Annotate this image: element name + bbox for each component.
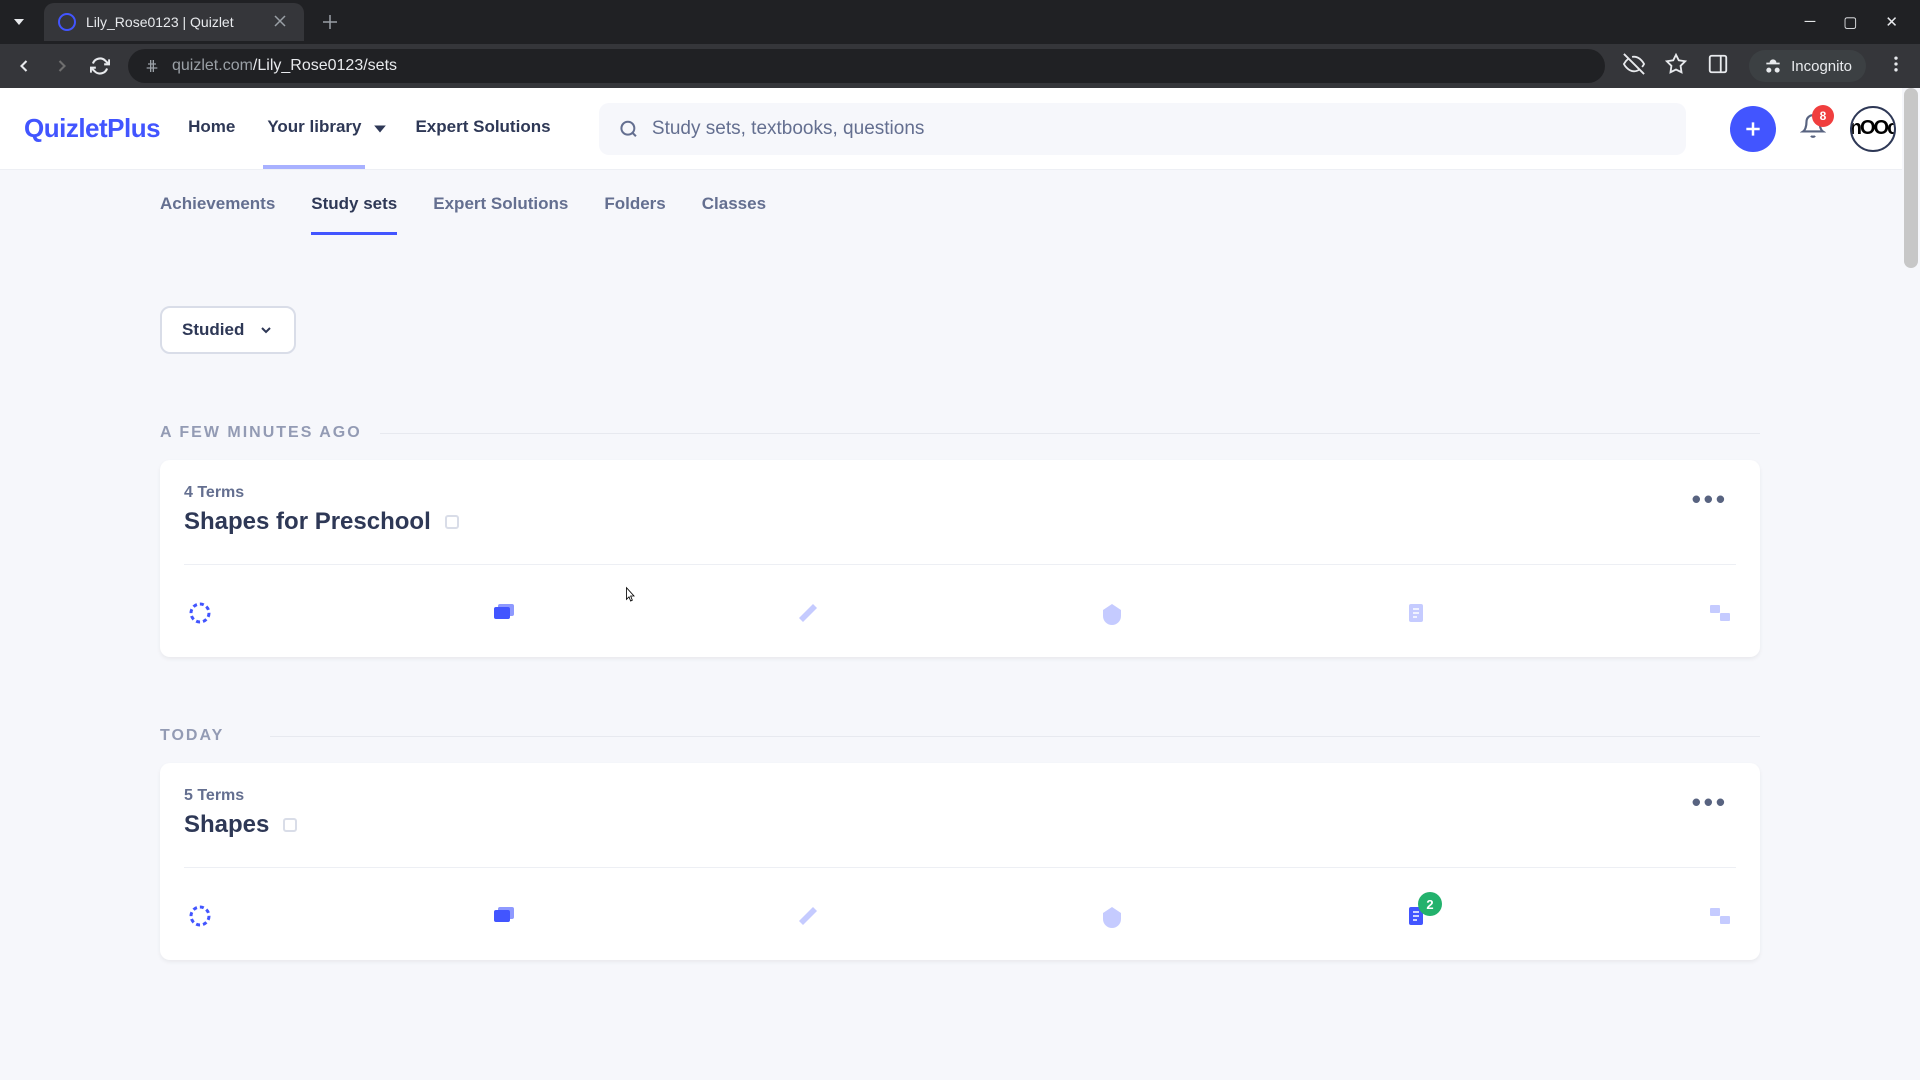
incognito-icon: [1763, 56, 1783, 76]
browser-tabs-bar: Lily_Rose0123 | Quizlet ─ ▢ ✕: [0, 0, 1920, 44]
url-input[interactable]: quizlet.com/Lily_Rose0123/sets: [128, 49, 1605, 83]
cursor-pointer-icon: [622, 586, 636, 606]
nav-expert-solutions[interactable]: Expert Solutions: [411, 89, 554, 169]
spell-icon[interactable]: [1100, 601, 1124, 625]
subnav-achievements[interactable]: Achievements: [160, 194, 275, 235]
filter-label: Studied: [182, 320, 244, 340]
browser-tab[interactable]: Lily_Rose0123 | Quizlet: [44, 3, 304, 41]
nav-your-library[interactable]: Your library: [263, 89, 365, 169]
tab-close-button[interactable]: [270, 10, 290, 34]
study-set-card[interactable]: 4 Terms Shapes for Preschool •••: [160, 460, 1760, 657]
card-more-button[interactable]: •••: [1684, 484, 1736, 515]
filter-dropdown[interactable]: Studied: [160, 306, 296, 354]
write-icon[interactable]: [796, 601, 820, 625]
card-more-button[interactable]: •••: [1684, 787, 1736, 818]
tab-search-dropdown[interactable]: [0, 3, 38, 41]
action-badge: 2: [1418, 892, 1442, 916]
tab-title: Lily_Rose0123 | Quizlet: [86, 14, 234, 30]
browser-menu-button[interactable]: [1886, 54, 1906, 79]
window-controls: ─ ▢ ✕: [1805, 13, 1920, 31]
page-content: QuizletPlus Home Your library Expert Sol…: [0, 88, 1920, 1080]
bookmark-icon[interactable]: [1665, 53, 1687, 80]
nav-home[interactable]: Home: [184, 89, 239, 169]
url-path: /Lily_Rose0123/sets: [253, 57, 397, 74]
subnav-folders[interactable]: Folders: [604, 194, 665, 235]
learn-icon[interactable]: [188, 904, 212, 928]
maximize-button[interactable]: ▢: [1843, 13, 1857, 31]
scroll-thumb[interactable]: [1904, 88, 1918, 268]
address-bar: quizlet.com/Lily_Rose0123/sets Incognito: [0, 44, 1920, 88]
subnav-study-sets[interactable]: Study sets: [311, 194, 397, 235]
spell-icon[interactable]: [1100, 904, 1124, 928]
learn-icon[interactable]: [188, 601, 212, 625]
tab-favicon: [58, 13, 76, 31]
sub-navigation: Achievements Study sets Expert Solutions…: [160, 170, 1760, 236]
incognito-badge[interactable]: Incognito: [1749, 50, 1866, 82]
avatar[interactable]: nOOc: [1850, 106, 1896, 152]
write-icon[interactable]: [796, 904, 820, 928]
search-icon: [619, 119, 638, 139]
visibility-icon[interactable]: [1623, 53, 1645, 80]
flashcards-icon[interactable]: [492, 601, 516, 625]
notification-badge: 8: [1812, 105, 1834, 127]
test-icon[interactable]: [1404, 601, 1428, 625]
back-button[interactable]: [14, 56, 34, 76]
search-box[interactable]: [599, 103, 1686, 155]
search-input[interactable]: [652, 118, 1666, 140]
notifications-button[interactable]: 8: [1800, 113, 1826, 144]
card-badge-icon: [283, 818, 297, 832]
card-title: Shapes for Preschool: [184, 508, 431, 536]
logo[interactable]: QuizletPlus: [24, 113, 160, 144]
card-term-count: 5 Terms: [184, 787, 297, 805]
section-header-recent: A FEW MINUTES AGO: [160, 424, 1760, 442]
section-header-today: TODAY: [160, 727, 1760, 745]
forward-button[interactable]: [52, 56, 72, 76]
incognito-label: Incognito: [1791, 58, 1852, 75]
subnav-expert-solutions[interactable]: Expert Solutions: [433, 194, 568, 235]
minimize-button[interactable]: ─: [1805, 13, 1816, 31]
close-window-button[interactable]: ✕: [1885, 13, 1898, 31]
study-set-card[interactable]: 5 Terms Shapes ••• 2: [160, 763, 1760, 960]
match-icon[interactable]: [1708, 904, 1732, 928]
new-tab-button[interactable]: [312, 4, 348, 40]
site-settings-icon[interactable]: [144, 58, 160, 74]
scrollbar[interactable]: [1902, 88, 1920, 1080]
subnav-classes[interactable]: Classes: [702, 194, 766, 235]
chevron-down-icon[interactable]: [373, 122, 387, 136]
reload-button[interactable]: [90, 56, 110, 76]
flashcards-icon[interactable]: [492, 904, 516, 928]
site-header: QuizletPlus Home Your library Expert Sol…: [0, 88, 1920, 170]
chevron-down-icon: [258, 322, 274, 338]
card-title: Shapes: [184, 811, 269, 839]
card-badge-icon: [445, 515, 459, 529]
match-icon[interactable]: [1708, 601, 1732, 625]
create-button[interactable]: [1730, 106, 1776, 152]
url-host: quizlet.com: [172, 57, 253, 74]
panel-icon[interactable]: [1707, 53, 1729, 80]
card-term-count: 4 Terms: [184, 484, 459, 502]
test-icon[interactable]: 2: [1404, 904, 1428, 928]
